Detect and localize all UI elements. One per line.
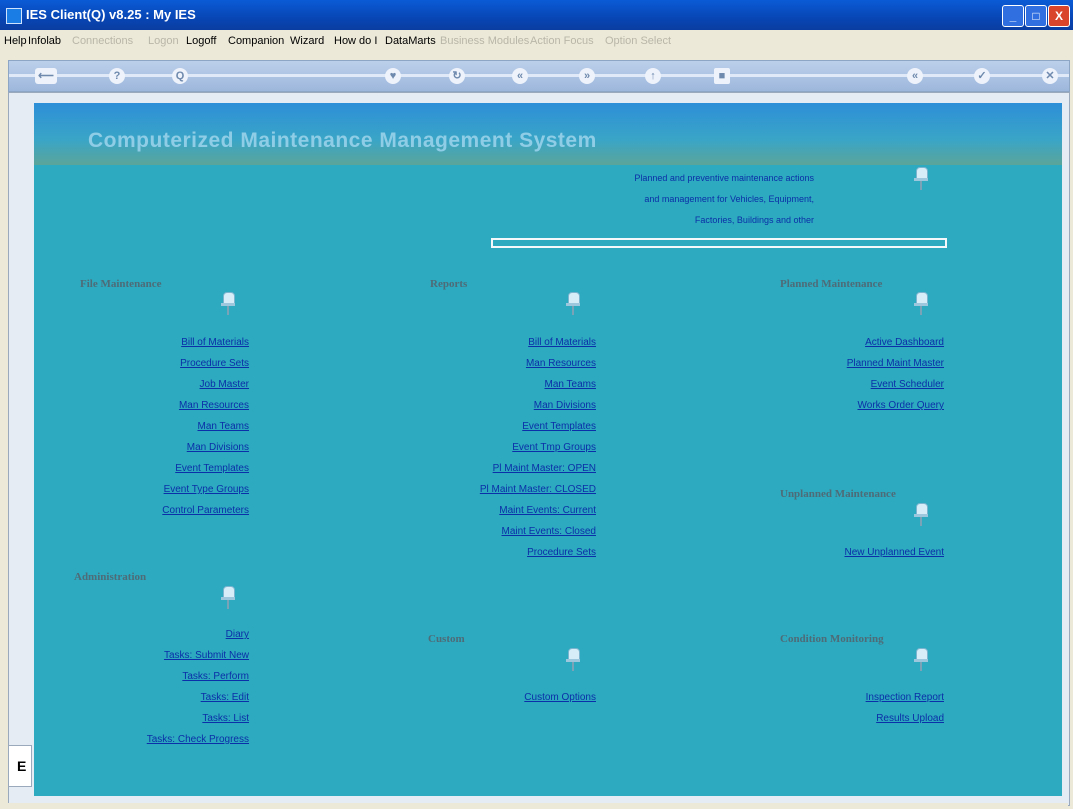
link-new-unplanned-event[interactable]: New Unplanned Event [734,547,944,558]
pin-icon[interactable] [914,648,928,672]
description-line-2: and management for Vehicles, Equipment, [644,194,814,204]
link-man-resources[interactable]: Man Resources [74,400,249,411]
window-title: IES Client(Q) v8.25 : My IES [26,7,196,22]
pin-icon[interactable] [221,292,235,316]
window-bottom-edge [8,803,1068,809]
side-tab[interactable]: E [8,745,32,787]
link-control-parameters[interactable]: Control Parameters [74,505,249,516]
link-tasks-submit-new[interactable]: Tasks: Submit New [74,650,249,661]
link-results-upload[interactable]: Results Upload [734,713,944,724]
pin-icon[interactable] [221,586,235,610]
menu-wizard[interactable]: Wizard [290,35,324,47]
app-icon [6,8,22,24]
link-pl-maint-master-closed[interactable]: Pl Maint Master: CLOSED [374,484,596,495]
menu-companion[interactable]: Companion [228,35,284,47]
description-line-1: Planned and preventive maintenance actio… [634,173,814,183]
menu-logon[interactable]: Logon [148,35,179,47]
side-tab-label: E [17,758,27,774]
exit-icon[interactable]: ⟵ [35,68,57,84]
forward-icon[interactable]: » [579,68,595,84]
up-icon[interactable]: ↑ [645,68,661,84]
link-man-teams-report[interactable]: Man Teams [374,379,596,390]
link-man-divisions[interactable]: Man Divisions [74,442,249,453]
description-line-3: Factories, Buildings and other [694,215,814,225]
link-diary[interactable]: Diary [74,629,249,640]
stop-icon[interactable]: ■ [714,68,730,84]
link-job-master[interactable]: Job Master [74,379,249,390]
nav-toolbar: ⟵ ? Q ♥ ↻ « » ↑ ■ « ✓ ✕ [8,60,1070,92]
refresh-icon[interactable]: ↻ [449,68,465,84]
pin-icon[interactable] [566,292,580,316]
heart-icon[interactable]: ♥ [385,68,401,84]
pin-icon[interactable] [566,648,580,672]
menu-option-select[interactable]: Option Select [605,35,671,47]
section-title-unplanned-maintenance: Unplanned Maintenance [780,488,896,500]
banner: Computerized Maintenance Management Syst… [34,103,1062,165]
search-icon[interactable]: Q [172,68,188,84]
menu-business-modules[interactable]: Business Modules [440,35,529,47]
link-tasks-edit[interactable]: Tasks: Edit [74,692,249,703]
menu-help[interactable]: Help [4,35,27,47]
link-pl-maint-master-open[interactable]: Pl Maint Master: OPEN [374,463,596,474]
page-title: Computerized Maintenance Management Syst… [88,129,597,152]
section-title-file-maintenance: File Maintenance [80,278,162,290]
link-tasks-check-progress[interactable]: Tasks: Check Progress [74,734,249,745]
link-planned-maint-master[interactable]: Planned Maint Master [734,358,944,369]
link-event-type-groups[interactable]: Event Type Groups [74,484,249,495]
section-title-reports: Reports [430,278,468,290]
window-titlebar: IES Client(Q) v8.25 : My IES _ □ X [0,0,1073,30]
link-procedure-sets-report[interactable]: Procedure Sets [374,547,596,558]
link-event-tmp-groups-report[interactable]: Event Tmp Groups [374,442,596,453]
check-icon[interactable]: ✓ [974,68,990,84]
link-tasks-list[interactable]: Tasks: List [74,713,249,724]
section-title-custom: Custom [428,633,465,645]
help-icon[interactable]: ? [109,68,125,84]
link-tasks-perform[interactable]: Tasks: Perform [74,671,249,682]
maximize-button[interactable]: □ [1025,5,1047,27]
menu-logoff[interactable]: Logoff [186,35,216,47]
minimize-button[interactable]: _ [1002,5,1024,27]
menu-connections[interactable]: Connections [72,35,133,47]
pin-icon[interactable] [914,503,928,527]
section-title-administration: Administration [74,571,147,583]
link-maint-events-closed[interactable]: Maint Events: Closed [374,526,597,537]
link-bill-of-materials-report[interactable]: Bill of Materials [374,337,596,348]
link-man-resources-report[interactable]: Man Resources [374,358,596,369]
link-procedure-sets[interactable]: Procedure Sets [74,358,249,369]
menu-bar: Help Infolab Connections Logon Logoff Co… [0,30,1073,52]
collapse-icon[interactable]: « [907,68,923,84]
pin-icon[interactable] [914,292,928,316]
menu-datamarts[interactable]: DataMarts [385,35,436,47]
pin-icon[interactable] [914,167,928,191]
menu-infolab[interactable]: Infolab [28,35,61,47]
link-custom-options[interactable]: Custom Options [374,692,596,703]
section-title-planned-maintenance: Planned Maintenance [780,278,883,290]
main-panel: Computerized Maintenance Management Syst… [34,103,1062,796]
menu-action-focus[interactable]: Action Focus [530,35,594,47]
section-title-condition-monitoring: Condition Monitoring [780,633,884,645]
link-man-teams[interactable]: Man Teams [74,421,249,432]
link-maint-events-current[interactable]: Maint Events: Current [374,505,596,516]
link-event-templates-report[interactable]: Event Templates [374,421,596,432]
back-icon[interactable]: « [512,68,528,84]
link-works-order-query[interactable]: Works Order Query [734,400,945,411]
link-man-divisions-report[interactable]: Man Divisions [374,400,596,411]
menu-how-do-i[interactable]: How do I [334,35,377,47]
close-icon[interactable]: ✕ [1042,68,1058,84]
link-active-dashboard[interactable]: Active Dashboard [734,337,944,348]
link-event-scheduler[interactable]: Event Scheduler [734,379,944,390]
link-event-templates[interactable]: Event Templates [74,463,249,474]
close-window-button[interactable]: X [1048,5,1070,27]
link-bill-of-materials[interactable]: Bill of Materials [74,337,249,348]
description-divider [491,238,947,248]
link-inspection-report[interactable]: Inspection Report [734,692,944,703]
